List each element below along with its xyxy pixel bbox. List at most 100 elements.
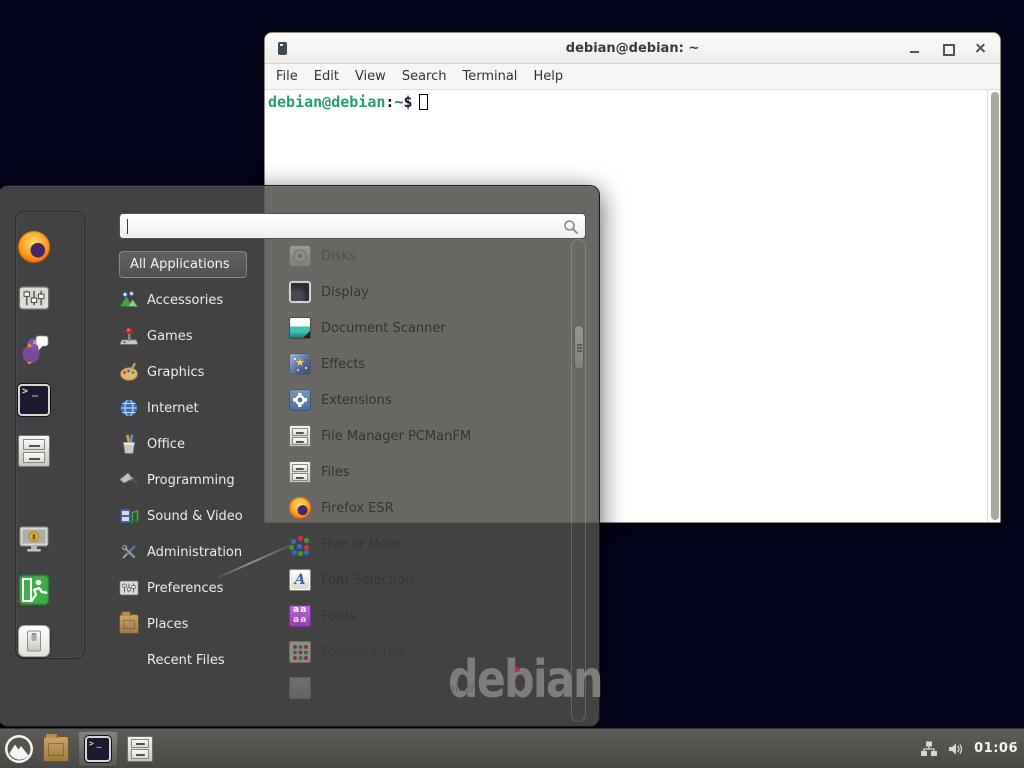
category-list: All Applications Accessories [119, 246, 269, 678]
category-all-applications-button[interactable]: All Applications [119, 251, 247, 278]
terminal-cursor [419, 94, 428, 110]
terminal-task-button[interactable] [78, 731, 118, 767]
category-graphics[interactable]: Graphics [119, 354, 269, 390]
favorite-system-settings-button[interactable] [18, 282, 50, 314]
four-in-a-row-icon [289, 641, 311, 663]
menu-scrollbar[interactable] [571, 239, 586, 722]
system-settings-icon [18, 282, 50, 314]
clock[interactable]: 01:06 [974, 741, 1018, 756]
app-file-manager-pcmanfm[interactable]: File Manager PCManFM [289, 418, 565, 454]
system-tray: 01:06 [920, 729, 1024, 768]
prompt-dollar: $ [403, 93, 412, 111]
programming-icon [119, 470, 139, 490]
terminal-titlebar[interactable]: debian@debian: ~ [265, 33, 1000, 64]
minimize-button[interactable] [906, 40, 924, 58]
five-or-more-icon [289, 533, 311, 555]
app-disks[interactable]: Disks [289, 238, 565, 274]
app-five-or-more[interactable]: Five or More [289, 526, 565, 562]
terminal-menubar: File Edit View Search Terminal Help [265, 64, 1000, 90]
file-cabinet-icon [127, 736, 153, 762]
menu-file[interactable]: File [268, 64, 306, 90]
lock-screen-icon [18, 523, 50, 555]
category-programming[interactable]: Programming [119, 462, 269, 498]
pidgin-icon [18, 333, 50, 365]
app-gdebi-package-installer[interactable]: GDebi Package Installer [289, 670, 565, 706]
disks-icon [289, 245, 311, 267]
app-fonts[interactable]: Fonts [289, 598, 565, 634]
app-files[interactable]: Files [289, 454, 565, 490]
internet-icon [119, 398, 139, 418]
menu-view[interactable]: View [347, 64, 394, 90]
category-places[interactable]: Places [119, 606, 269, 642]
graphics-icon [119, 362, 139, 382]
search-box [119, 213, 586, 239]
network-icon[interactable] [920, 740, 938, 758]
category-games[interactable]: Games [119, 318, 269, 354]
prompt-user-host: debian@debian [268, 93, 385, 111]
category-preferences[interactable]: Preferences [119, 570, 269, 606]
shutdown-button[interactable] [18, 625, 50, 657]
app-font-selection[interactable]: Font Selection [289, 562, 565, 598]
file-cabinet-icon [289, 425, 311, 447]
app-effects[interactable]: Effects [289, 346, 565, 382]
lock-screen-button[interactable] [18, 523, 50, 555]
sound-video-icon [119, 506, 139, 526]
taskbar: 01:06 [0, 728, 1024, 768]
favorite-pidgin-button[interactable] [18, 333, 50, 365]
administration-icon [119, 542, 139, 562]
menu-scrollbar-thumb[interactable] [574, 325, 584, 370]
terminal-icon [85, 736, 111, 762]
desktop: debian@debian: ~ File Edit View Search T… [0, 0, 1024, 768]
menu-button[interactable] [0, 730, 38, 768]
category-sound-video[interactable]: Sound & Video [119, 498, 269, 534]
effects-icon [289, 353, 311, 375]
category-administration[interactable]: Administration [119, 534, 269, 570]
terminal-window-title: debian@debian: ~ [265, 33, 1000, 64]
shutdown-icon [18, 625, 50, 657]
terminal-icon [18, 384, 50, 416]
category-office[interactable]: Office [119, 426, 269, 462]
menu-icon [4, 734, 34, 764]
extensions-icon [289, 389, 311, 411]
volume-icon[interactable] [947, 740, 965, 758]
gdebi-icon [289, 677, 311, 699]
app-four-in-a-row[interactable]: Four-in-a-row [289, 634, 565, 670]
favorite-terminal-button[interactable] [18, 384, 50, 416]
terminal-scrollbar-thumb[interactable] [991, 92, 999, 520]
menu-search[interactable]: Search [394, 64, 455, 90]
accessories-icon [119, 290, 139, 310]
app-display[interactable]: Display [289, 274, 565, 310]
games-icon [119, 326, 139, 346]
terminal-scrollbar[interactable] [987, 90, 1000, 522]
folder-icon [43, 736, 69, 762]
category-all-applications: All Applications [119, 246, 269, 282]
office-icon [119, 434, 139, 454]
file-manager-launcher[interactable] [38, 730, 74, 768]
menu-help[interactable]: Help [525, 64, 571, 90]
application-list: Disks Display Document Scanner Effects E… [289, 238, 565, 706]
search-input[interactable] [120, 214, 585, 238]
category-accessories[interactable]: Accessories [119, 282, 269, 318]
menu-edit[interactable]: Edit [306, 64, 347, 90]
close-button[interactable] [972, 40, 990, 58]
maximize-button[interactable] [939, 40, 957, 58]
app-document-scanner[interactable]: Document Scanner [289, 310, 565, 346]
display-icon [289, 281, 311, 303]
favorite-file-manager-button[interactable] [18, 435, 50, 467]
application-menu: debian [0, 185, 600, 727]
document-scanner-icon [289, 317, 311, 339]
files-launcher[interactable] [122, 730, 158, 768]
menu-terminal[interactable]: Terminal [454, 64, 525, 90]
places-icon [119, 614, 139, 634]
taskbar-launchers [0, 729, 158, 768]
window-controls [906, 33, 990, 64]
category-internet[interactable]: Internet [119, 390, 269, 426]
app-extensions[interactable]: Extensions [289, 382, 565, 418]
firefox-icon [18, 231, 50, 263]
font-selection-icon [289, 569, 311, 591]
app-firefox-esr[interactable]: Firefox ESR [289, 490, 565, 526]
logout-button[interactable] [18, 574, 50, 606]
file-cabinet-icon [289, 461, 311, 483]
favorite-firefox-button[interactable] [18, 231, 50, 263]
category-recent-files[interactable]: Recent Files [119, 642, 269, 678]
